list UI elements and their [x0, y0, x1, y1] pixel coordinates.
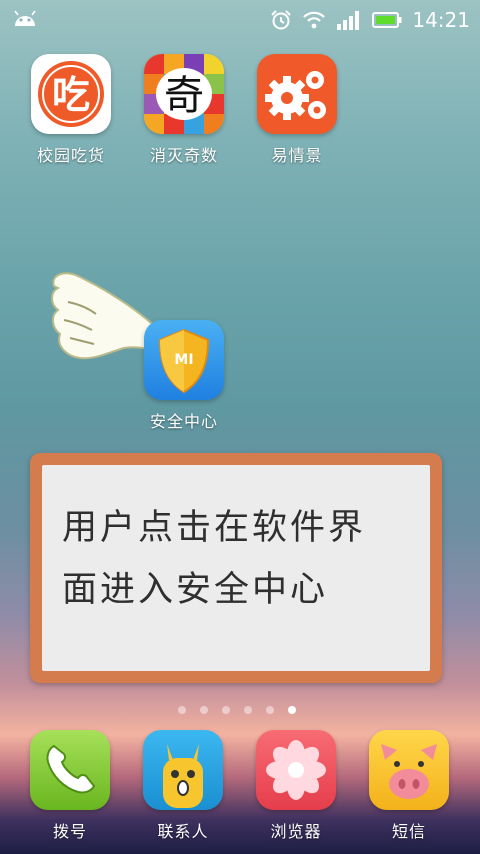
easy-scene-gear-icon: [257, 54, 337, 134]
signal-icon: [337, 11, 360, 30]
status-bar: 14:21: [0, 0, 480, 40]
svg-text:奇: 奇: [164, 73, 204, 119]
dock-dialer[interactable]: 拨号: [20, 730, 120, 842]
alarm-icon: [271, 10, 292, 30]
contacts-icon: [143, 730, 223, 810]
dock-browser[interactable]: 浏览器: [246, 730, 346, 842]
campus-food-icon: 吃: [31, 54, 111, 134]
page-dot[interactable]: [178, 706, 186, 714]
page-dot[interactable]: [222, 706, 230, 714]
app-label: 校园吃货: [36, 146, 105, 165]
phone-icon: [30, 730, 110, 810]
dock-messages[interactable]: 短信: [359, 730, 459, 842]
browser-flower-icon: [256, 730, 336, 810]
app-eliminate-odd[interactable]: 奇 消灭奇数: [134, 54, 234, 166]
battery-icon: [372, 12, 402, 28]
app-label: 短信: [391, 822, 426, 841]
dock: 拨号 联系人 浏览器 短信: [0, 728, 480, 854]
app-campus-food[interactable]: 吃 校园吃货: [21, 54, 121, 166]
clock: 14:21: [412, 8, 470, 32]
messages-pig-icon: [369, 730, 449, 810]
dock-contacts[interactable]: 联系人: [133, 730, 233, 842]
instruction-line-1: 用户点击在软件界: [62, 508, 367, 548]
security-center-shield-icon: MI: [144, 320, 224, 400]
page-indicator[interactable]: [178, 706, 296, 714]
app-label: 联系人: [157, 822, 209, 841]
svg-text:MI: MI: [174, 352, 193, 368]
app-label: 消灭奇数: [149, 146, 218, 165]
app-easy-scene[interactable]: 易情景: [247, 54, 347, 166]
instruction-line-2: 面进入安全中心: [62, 570, 329, 610]
page-dot-active[interactable]: [288, 706, 296, 714]
eliminate-odd-icon: 奇: [144, 54, 224, 134]
app-label: 易情景: [271, 146, 323, 165]
app-label: 拨号: [52, 822, 87, 841]
app-label: 浏览器: [270, 822, 322, 841]
app-label: 安全中心: [149, 412, 218, 431]
instruction-panel: 用户点击在软件界 面进入安全中心: [42, 465, 430, 671]
wifi-icon: [303, 11, 326, 29]
page-dot[interactable]: [244, 706, 252, 714]
android-icon: [14, 10, 36, 26]
instruction-callout: 用户点击在软件界 面进入安全中心: [30, 453, 442, 683]
app-security-center[interactable]: MI 安全中心: [134, 320, 234, 432]
svg-text:吃: 吃: [52, 73, 90, 117]
page-dot[interactable]: [200, 706, 208, 714]
page-dot[interactable]: [266, 706, 274, 714]
